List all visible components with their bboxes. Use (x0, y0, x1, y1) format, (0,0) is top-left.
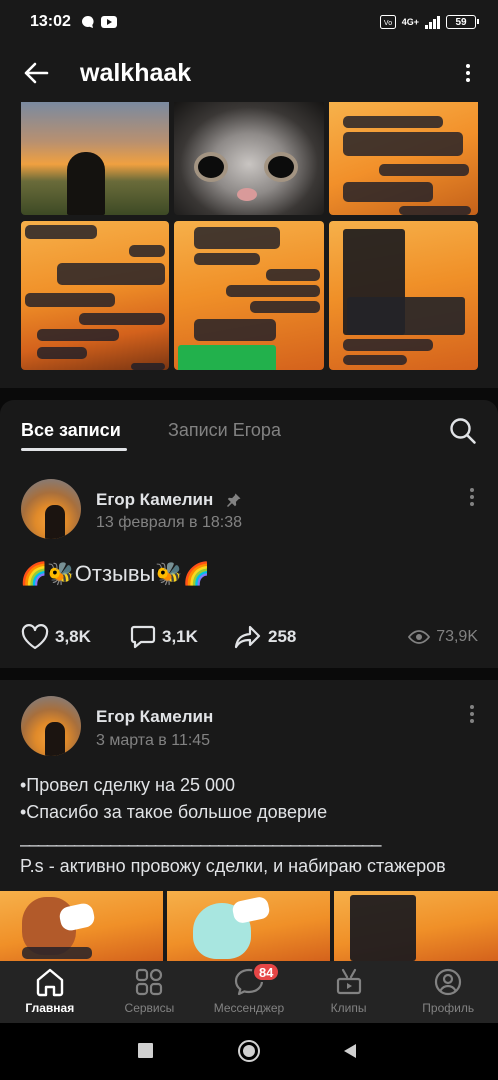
photo-grid (0, 102, 498, 388)
more-vertical-icon (466, 64, 470, 82)
post-text-line: •Спасибо за такое большое доверие (20, 802, 328, 822)
svg-text:Vo: Vo (384, 20, 392, 27)
post-text-divider: ________________________________________ (20, 827, 381, 847)
comment-count: 3,1K (162, 627, 198, 646)
active-tab-indicator (21, 448, 127, 451)
unread-badge: 84 (252, 962, 281, 982)
search-icon (450, 418, 476, 444)
post-author[interactable]: Егор Камелин (96, 707, 213, 727)
view-counter: 73,9K (408, 628, 478, 646)
network-type: 4G+ (401, 17, 419, 27)
clips-icon (336, 968, 361, 995)
post-image[interactable] (334, 891, 498, 961)
services-icon (136, 968, 163, 996)
post-text-line: P.s - активно провожу сделки, и набираю … (20, 856, 446, 876)
post-date: 3 марта в 11:45 (96, 732, 211, 749)
nav-label: Мессенджер (213, 1001, 285, 1015)
nav-profile[interactable]: Профиль (398, 961, 498, 1023)
tab-owner-posts[interactable]: Записи Егора (168, 420, 281, 441)
home-circle-icon (243, 1045, 255, 1057)
post-image[interactable] (167, 891, 330, 961)
nav-label: Клипы (330, 1001, 367, 1015)
system-nav-bar (0, 1023, 498, 1080)
home-button[interactable] (238, 1040, 260, 1062)
comment-icon (130, 625, 156, 649)
wall-post: Егор Камелин 13 февраля в 18:38 🌈🐝Отзывы… (0, 468, 498, 668)
nav-label: Главная (25, 1001, 75, 1015)
like-button[interactable]: 3,8K (21, 624, 91, 650)
wall-tabs: Все записи Записи Егора (0, 400, 498, 468)
avatar[interactable] (21, 696, 81, 756)
arrow-left-icon (24, 62, 49, 84)
bottom-nav: Главная Сервисы 84 Мессенджер Клипы Проф… (0, 961, 498, 1023)
nav-home[interactable]: Главная (0, 961, 100, 1023)
battery-icon: 59 (446, 15, 479, 29)
post-more-button[interactable] (470, 705, 474, 723)
nav-label: Сервисы (124, 1001, 175, 1015)
home-icon (36, 968, 63, 997)
share-count: 258 (268, 627, 297, 646)
photo-thumbnail[interactable] (329, 102, 478, 215)
chat-notification-icon (81, 15, 94, 28)
photo-thumbnail[interactable] (21, 102, 169, 215)
header-more-button[interactable] (438, 44, 498, 102)
photo-thumbnail[interactable] (329, 221, 478, 370)
eye-icon (408, 630, 431, 644)
status-time: 13:02 (30, 13, 71, 30)
heart-icon (21, 624, 49, 650)
app-header: walkhaak (0, 44, 498, 102)
photo-thumbnail[interactable] (174, 102, 324, 215)
search-button[interactable] (448, 416, 478, 446)
battery-level: 59 (455, 16, 467, 28)
recents-button[interactable] (138, 1043, 153, 1058)
nav-label: Профиль (422, 1001, 475, 1015)
post-date: 13 февраля в 18:38 (96, 514, 243, 531)
signal-icon (425, 15, 440, 29)
post-text: 🌈🐝Отзывы🐝🌈 (20, 561, 211, 586)
status-bar: 13:02 Vo 4G+ 59 (0, 0, 498, 44)
more-vertical-icon (470, 705, 474, 723)
photo-thumbnail[interactable] (174, 221, 324, 370)
photo-thumbnail[interactable] (21, 221, 169, 370)
nav-messenger[interactable]: 84 Мессенджер (199, 961, 299, 1023)
more-vertical-icon (470, 488, 474, 506)
view-count: 73,9K (436, 628, 478, 645)
page-title: walkhaak (80, 58, 192, 87)
tab-all-posts[interactable]: Все записи (21, 420, 121, 441)
share-button[interactable]: 258 (234, 624, 296, 650)
like-count: 3,8K (55, 627, 91, 646)
back-triangle-icon[interactable] (342, 1043, 358, 1059)
avatar[interactable] (21, 479, 81, 539)
post-author[interactable]: Егор Камелин (96, 490, 213, 510)
post-actions: 3,8K 3,1K 258 73,9K (0, 624, 498, 654)
share-icon (234, 625, 261, 649)
volte-icon: Vo (379, 15, 396, 29)
post-image-strip (0, 891, 498, 961)
nav-services[interactable]: Сервисы (100, 961, 200, 1023)
pin-icon (227, 493, 241, 507)
post-text-line: •Провел сделку на 25 000 (20, 775, 236, 795)
youtube-notification-icon (100, 16, 117, 28)
post-more-button[interactable] (470, 488, 474, 506)
back-button[interactable] (0, 44, 72, 102)
profile-icon (435, 968, 462, 996)
nav-clips[interactable]: Клипы (299, 961, 399, 1023)
comment-button[interactable]: 3,1K (130, 624, 198, 650)
post-image[interactable] (0, 891, 163, 961)
